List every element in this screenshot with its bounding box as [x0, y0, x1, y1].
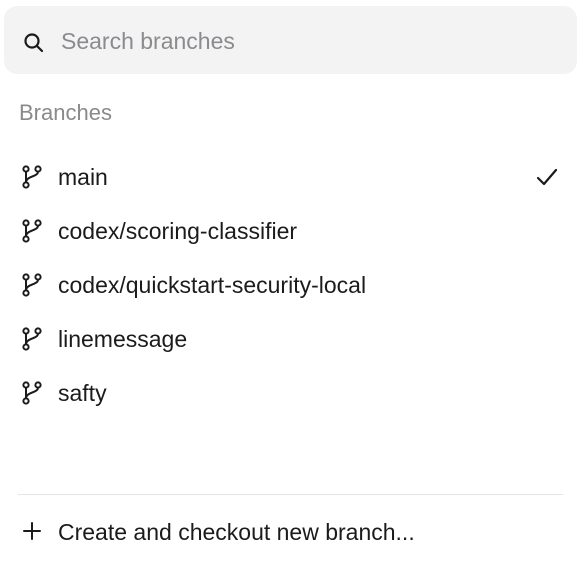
search-icon: [24, 33, 44, 53]
branch-item-codex-scoring-classifier[interactable]: codex/scoring-classifier: [0, 204, 584, 258]
git-branch-icon: [22, 219, 42, 243]
branch-name: main: [58, 164, 108, 190]
branch-name: linemessage: [58, 326, 188, 352]
branch-list: main codex/scoring-classifier codex/quic…: [0, 150, 584, 420]
git-branch-icon: [22, 327, 42, 351]
checkmark-icon: [536, 168, 558, 186]
divider: [18, 494, 563, 495]
plus-icon: [23, 522, 41, 540]
branch-item-linemessage[interactable]: linemessage: [0, 312, 584, 366]
branch-item-safty[interactable]: safty: [0, 366, 584, 420]
search-box[interactable]: [4, 6, 577, 74]
branch-item-main[interactable]: main: [0, 150, 584, 204]
branch-name: codex/scoring-classifier: [58, 218, 298, 244]
git-branch-icon: [22, 381, 42, 405]
git-branch-icon: [22, 273, 42, 297]
search-input[interactable]: [61, 20, 551, 62]
create-branch-label: Create and checkout new branch...: [58, 519, 415, 545]
section-title: Branches: [19, 100, 112, 125]
branch-item-codex-quickstart-security-local[interactable]: codex/quickstart-security-local: [0, 258, 584, 312]
git-branch-icon: [22, 165, 42, 189]
branch-picker-panel: Branches main codex/scorin: [0, 0, 584, 566]
branch-name: safty: [58, 380, 107, 406]
create-branch-button[interactable]: Create and checkout new branch...: [0, 508, 584, 556]
branch-name: codex/quickstart-security-local: [58, 272, 367, 298]
